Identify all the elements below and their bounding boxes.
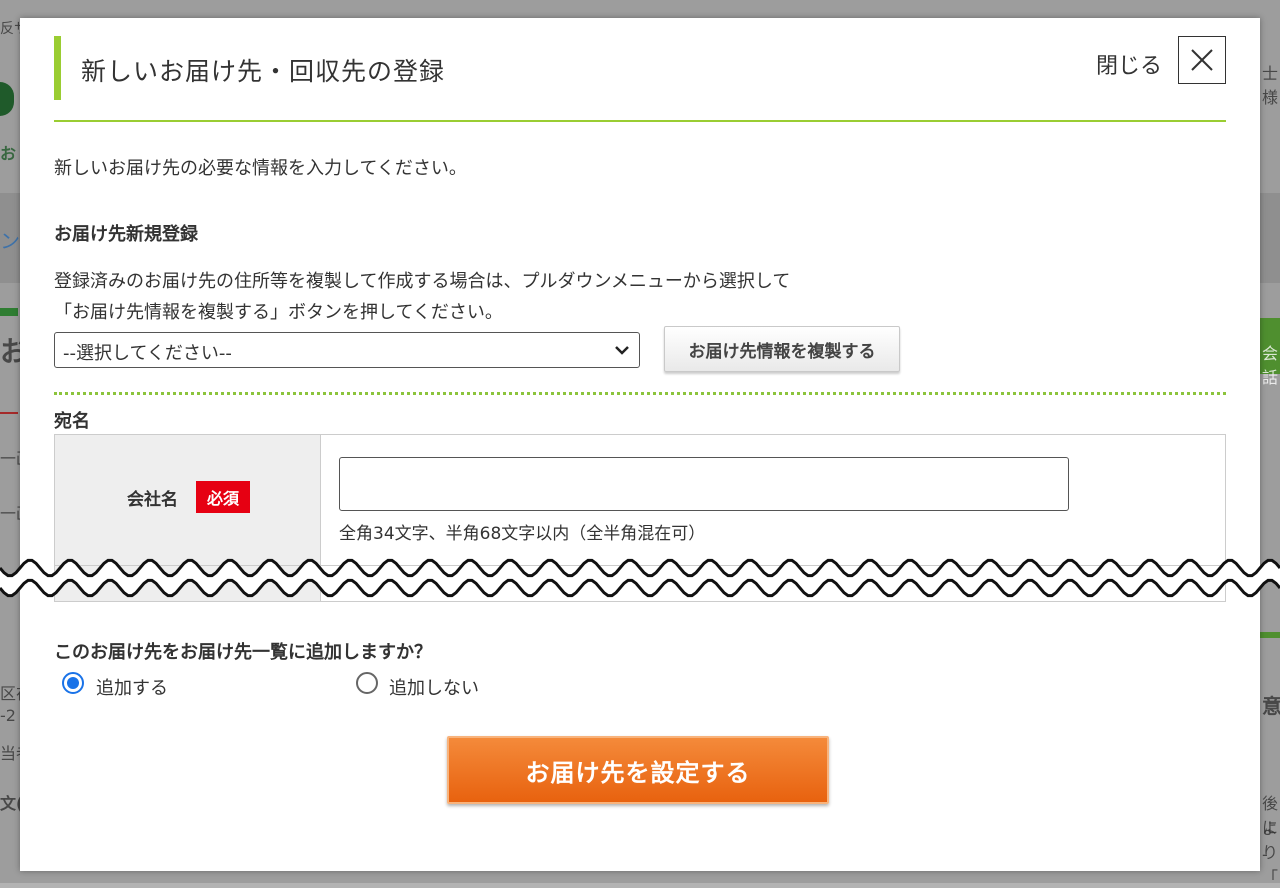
- background-text: 士: [1262, 64, 1279, 83]
- close-button[interactable]: [1178, 36, 1226, 84]
- section-divider: [54, 392, 1226, 395]
- duplicate-instruction-line: 登録済みのお届け先の住所等を複製して作成する場合は、プルダウンメニューから選択し…: [54, 271, 791, 292]
- duplicate-instructions: 登録済みのお届け先の住所等を複製して作成する場合は、プルダウンメニューから選択し…: [54, 266, 790, 328]
- add-to-list-question: このお届け先をお届け先一覧に追加しますか？: [54, 642, 432, 663]
- background-red-line: [0, 412, 18, 414]
- intro-text: 新しいお届け先の必要な情報を入力してください。: [54, 158, 467, 179]
- duplicate-address-button[interactable]: お届け先情報を複製する: [664, 326, 900, 372]
- background-right-green: [1258, 632, 1280, 638]
- background-logo: [0, 82, 14, 116]
- duplicate-instruction-line: 「お届け先情報を複製する」ボタンを押してください。: [54, 302, 503, 323]
- close-label[interactable]: 閉じる: [1096, 48, 1162, 80]
- modal-title: 新しいお届け先・回収先の登録: [81, 57, 446, 86]
- addressee-heading: 宛名: [54, 411, 90, 432]
- radio-add[interactable]: [62, 672, 84, 694]
- radio-add-label[interactable]: 追加する: [96, 674, 168, 700]
- wavy-cut-divider: [0, 558, 1280, 598]
- company-hint: 全角34文字、半角68文字以内（全半角混在可）: [339, 524, 706, 544]
- background-text: ン: [0, 229, 20, 253]
- modal-header: 新しいお届け先・回収先の登録 閉じる: [54, 36, 1226, 122]
- address-select-value: --選択してください--: [63, 343, 232, 364]
- background-green-bar: [0, 308, 18, 316]
- radio-no-add-label[interactable]: 追加しない: [389, 674, 479, 700]
- close-icon: [1191, 49, 1213, 71]
- background-text: -「: [1262, 845, 1279, 887]
- background-text: 会話: [1262, 344, 1279, 387]
- background-text: -2: [0, 706, 16, 725]
- radio-no-add[interactable]: [356, 672, 378, 694]
- background-text: 意: [1262, 694, 1280, 718]
- required-badge: 必須: [196, 481, 250, 513]
- background-text: 様: [1262, 88, 1279, 107]
- address-select[interactable]: --選択してください--: [54, 332, 640, 368]
- set-delivery-address-button[interactable]: お届け先を設定する: [447, 736, 829, 804]
- delivery-address-modal: 新しいお届け先・回収先の登録 閉じる 新しいお届け先の必要な情報を入力してくださ…: [20, 18, 1260, 871]
- company-name-input[interactable]: [339, 457, 1069, 511]
- title-accent-bar: [54, 36, 61, 100]
- company-label: 会社名: [127, 490, 178, 510]
- background-text: お: [0, 144, 17, 163]
- section-heading: お届け先新規登録: [54, 224, 198, 245]
- chevron-down-icon: [615, 346, 629, 355]
